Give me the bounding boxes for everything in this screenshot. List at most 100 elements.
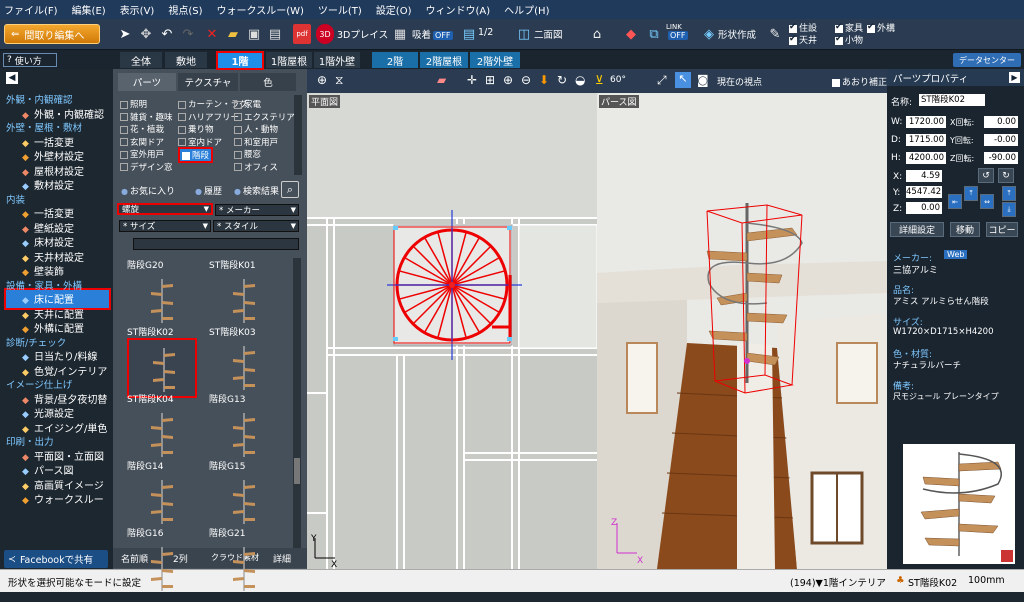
collapse-right-icon[interactable]: ▶ [1009, 72, 1020, 83]
export-icon[interactable]: ▤ [266, 24, 284, 44]
pointer-icon[interactable]: ↖ [675, 72, 691, 88]
nav-item[interactable]: ◆ エイジング/単色 [20, 420, 107, 435]
align-left-icon[interactable]: ⇤ [948, 194, 962, 209]
category-scrollbar[interactable] [294, 95, 302, 175]
house-icon[interactable]: ⌂ [588, 24, 606, 44]
nav-item[interactable]: ◆ 平面図・立面図 [20, 448, 104, 463]
source-radio-0[interactable]: お気に入り [121, 184, 175, 197]
part-item[interactable]: 階段G13 [209, 392, 281, 468]
category-5-0[interactable]: デザイン窓 [120, 161, 173, 173]
menu-item-6[interactable]: 設定(O) [376, 2, 412, 17]
floor-tab-3[interactable]: 1階屋根 [266, 52, 312, 68]
category-3-1[interactable]: 室内ドア [178, 136, 222, 148]
perspective-view[interactable]: パース図 Z X [597, 93, 887, 569]
depth-field[interactable]: 1715.00 [906, 134, 946, 146]
floor-tab-6[interactable]: 2階屋根 [420, 52, 468, 68]
search-icon[interactable]: ⌕ [281, 181, 299, 198]
nav-item[interactable]: ◆ 床に配置 [20, 291, 74, 306]
nav-item[interactable]: ◆ 色覚/インテリア [20, 363, 107, 378]
category-2-0[interactable]: 花・植栽 [120, 123, 164, 135]
3d-place-label[interactable]: 3Dプレイス [337, 27, 388, 41]
measure-icon[interactable]: ✎ [766, 24, 784, 44]
delete-icon[interactable]: ✕ [203, 24, 221, 44]
part-item[interactable]: ST階段K01 [209, 258, 281, 334]
auto-correction-check[interactable]: あおり補正 [832, 75, 887, 88]
keyword-input[interactable] [133, 238, 299, 250]
x-rotation-field[interactable]: 0.00 [984, 116, 1018, 128]
angle-icon[interactable]: ⊻ [595, 73, 604, 87]
category-2-1[interactable]: 乗り物 [178, 123, 214, 135]
nav-item[interactable]: ◆ 敷材設定 [20, 177, 74, 192]
menu-item-8[interactable]: ヘルプ(H) [504, 2, 549, 17]
part-item[interactable]: 階段G15 [209, 459, 281, 535]
panel-tab-0[interactable]: パーツ [118, 73, 176, 91]
category-0-2[interactable]: 家電 [234, 98, 261, 110]
hourglass-icon[interactable]: ⧖ [335, 73, 343, 88]
part-item[interactable]: 階段G21 [209, 526, 281, 602]
floor-tab-0[interactable]: 全体 [120, 52, 162, 68]
link-icon[interactable]: ⧉ [645, 24, 663, 44]
menu-item-4[interactable]: ウォークスルー(W) [217, 2, 304, 17]
menu-item-7[interactable]: ウィンドウ(A) [426, 2, 491, 17]
split-view-icon[interactable]: ◫ [515, 24, 533, 44]
collapse-left-icon[interactable]: ◀ [6, 72, 18, 84]
floor-tab-7[interactable]: 2階外壁 [470, 52, 520, 68]
name-field[interactable]: ST階段K02 [919, 94, 985, 106]
floor-tab-2[interactable]: 1階 [216, 51, 264, 70]
height-field[interactable]: 4200.00 [906, 152, 946, 164]
menu-item-0[interactable]: ファイル(F) [4, 2, 58, 17]
style-filter[interactable]: * スタイル [213, 220, 299, 232]
rotate-left-icon[interactable]: ↺ [978, 168, 994, 183]
part-item[interactable]: 階段G14 [127, 459, 199, 535]
nav-item[interactable]: ◆ 屋根材設定 [20, 163, 84, 178]
multi-select-icon[interactable]: ✥ [137, 24, 155, 44]
panel-tab-1[interactable]: テクスチャ [178, 73, 238, 91]
save-icon[interactable]: ▣ [245, 24, 263, 44]
part-item[interactable]: 階段G20 [127, 258, 199, 334]
paint-icon[interactable]: ▰ [437, 73, 446, 87]
parts-scrollbar[interactable] [293, 258, 301, 548]
menu-item-3[interactable]: 視点(S) [168, 2, 202, 17]
target-icon[interactable]: ⊕ [317, 73, 327, 87]
x-position-field[interactable]: 4.59 [906, 170, 942, 182]
web-link[interactable]: Web [944, 250, 968, 259]
rotate-right-icon[interactable]: ↻ [998, 168, 1014, 183]
nav-item[interactable]: ◆ 一括変更 [20, 134, 74, 149]
grid-snap-icon[interactable]: ▦ [391, 24, 409, 44]
category-3-0[interactable]: 玄関ドア [120, 136, 164, 148]
menu-item-5[interactable]: ツール(T) [318, 2, 362, 17]
angle-select[interactable]: 60° [610, 75, 626, 85]
view-split-select[interactable]: 二面図 [534, 27, 563, 41]
part-item[interactable]: ST階段K03 [209, 325, 281, 401]
nav-item[interactable]: ◆ 天井に配置 [20, 306, 84, 321]
z-position-field[interactable]: 0.00 [906, 202, 942, 214]
nav-item[interactable]: ◆ 天井材設定 [20, 249, 84, 264]
pan-icon[interactable]: ✛ [467, 73, 477, 87]
toggle-3[interactable]: 天井 [789, 33, 817, 46]
nav-item[interactable]: ◆ 光源設定 [20, 405, 74, 420]
nav-item[interactable]: ◆ 日当たり/料線 [20, 348, 97, 363]
down-arrow-icon[interactable]: ⬇ [539, 73, 549, 87]
data-center-button[interactable]: データセンター [953, 53, 1021, 67]
floor-tab-1[interactable]: 敷地 [165, 52, 207, 68]
part-item[interactable]: 階段G16 [127, 526, 199, 602]
back-to-floorplan-button[interactable]: ⇐ 間取り編集へ [4, 24, 100, 44]
toggle-4[interactable]: 小物 [835, 33, 863, 46]
category-4-2[interactable]: 腰窓 [234, 148, 261, 160]
nav-item[interactable]: ◆ パース図 [20, 462, 73, 477]
snap-toggle[interactable]: 吸着 OFF [412, 27, 453, 41]
nav-item[interactable]: ◆ 壁装飾 [20, 263, 64, 278]
nav-item[interactable]: ◆ 外構に配置 [20, 320, 84, 335]
zoom-fit-icon[interactable]: ⊞ [485, 73, 495, 87]
panel-tab-2[interactable]: 色 [240, 73, 296, 91]
shape-create-button[interactable]: 形状作成 [718, 27, 756, 41]
part-item[interactable]: ST階段K02 [127, 325, 199, 401]
3d-place-icon[interactable]: 3D [316, 24, 334, 44]
select-arrow-icon[interactable]: ➤ [116, 24, 134, 44]
open-folder-icon[interactable]: ▰ [224, 24, 242, 44]
pdf-icon[interactable]: pdf [293, 24, 311, 44]
nav-item[interactable]: ◆ 高画質イメージ [20, 477, 104, 492]
z-rotation-field[interactable]: -90.00 [984, 152, 1018, 164]
align-z-top-icon[interactable]: ⤒ [1002, 186, 1016, 201]
copy-button[interactable]: コピー [986, 222, 1018, 237]
